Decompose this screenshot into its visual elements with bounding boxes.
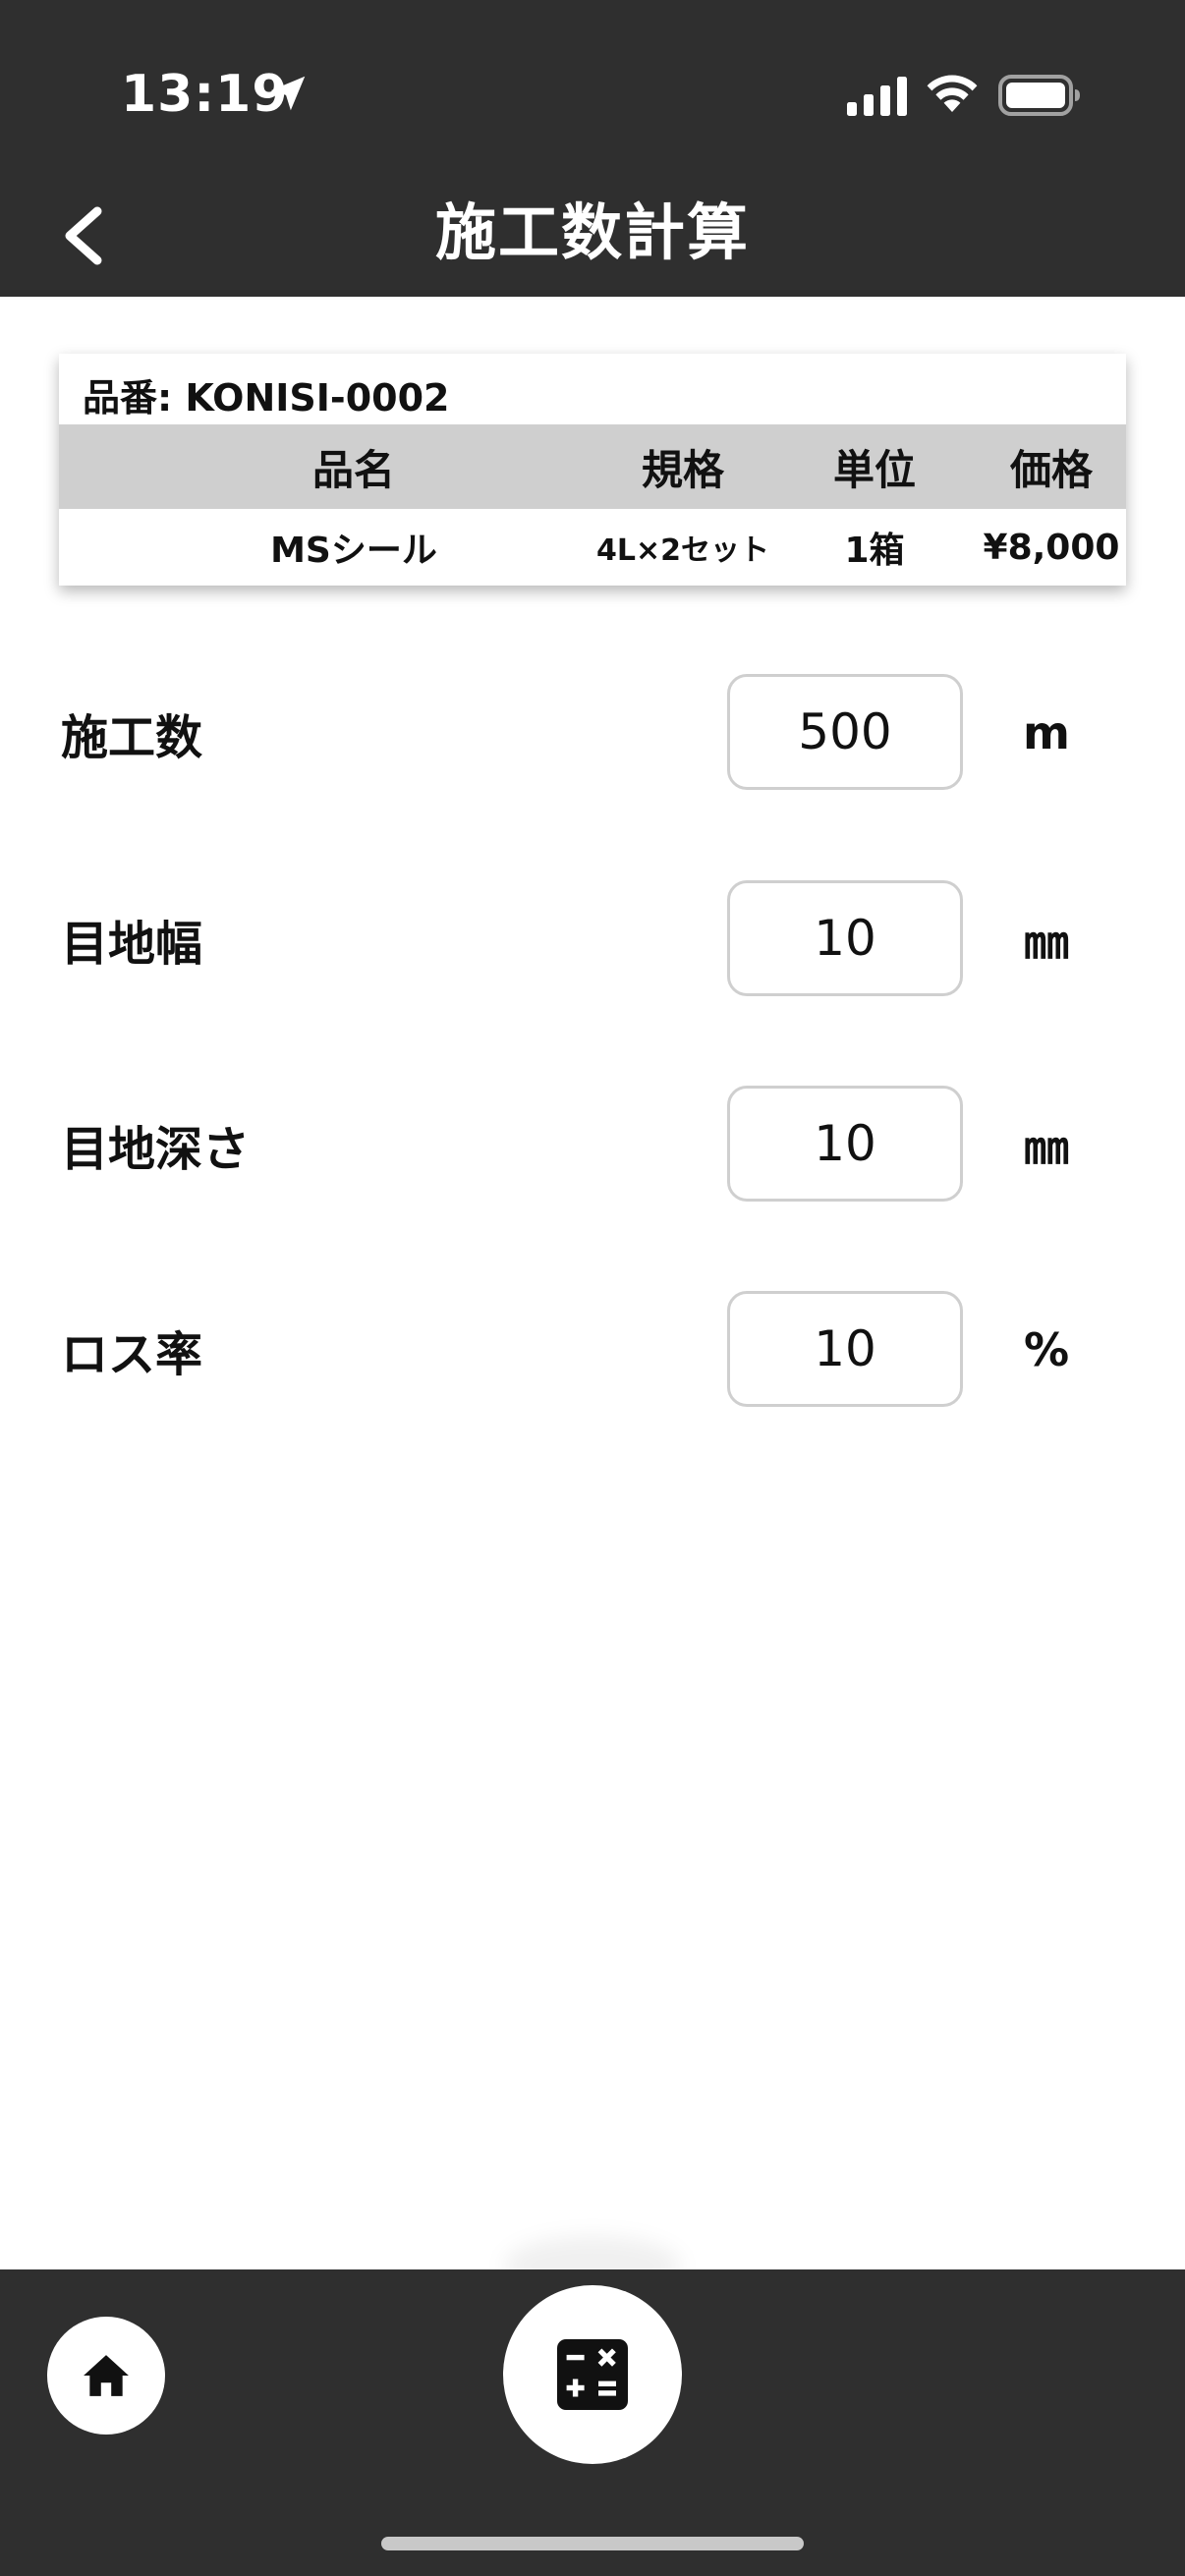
- joint-depth-label: 目地深さ: [61, 1122, 251, 1177]
- home-button[interactable]: [47, 2317, 165, 2435]
- product-code: 品番: KONISI-0002: [83, 376, 450, 420]
- home-icon: [84, 2355, 129, 2396]
- construction-quantity-input[interactable]: [727, 674, 963, 790]
- column-header-name: 品名: [311, 445, 395, 494]
- loss-rate-label: ロス率: [61, 1327, 203, 1382]
- form-row-loss-rate: ロス率 %: [0, 1291, 1185, 1409]
- cell-price: ¥8,000: [983, 527, 1120, 568]
- loss-rate-input[interactable]: [727, 1291, 963, 1407]
- wifi-icon: [927, 75, 978, 112]
- joint-depth-unit: ㎜: [1024, 1121, 1069, 1174]
- form-row-joint-width: 目地幅 ㎜: [0, 880, 1185, 998]
- home-indicator: [381, 2537, 804, 2550]
- form-row-construction-quantity: 施工数 m: [0, 674, 1185, 792]
- joint-depth-input[interactable]: [727, 1086, 963, 1202]
- joint-width-unit: ㎜: [1024, 916, 1069, 969]
- product-table-header: 品名 規格 単位 価格: [59, 424, 1126, 509]
- loss-rate-unit: %: [1023, 1323, 1070, 1376]
- calculator-button[interactable]: [503, 2285, 682, 2464]
- calculator-icon: [557, 2339, 628, 2410]
- cellular-signal-icon: [847, 77, 907, 116]
- product-info-card: 品番: KONISI-0002 品名 規格 単位 価格 MSシール 4L×2セッ…: [59, 354, 1126, 586]
- joint-width-label: 目地幅: [61, 917, 203, 972]
- location-arrow-icon: [270, 76, 306, 111]
- joint-width-input[interactable]: [727, 880, 963, 996]
- page-title: 施工数計算: [434, 196, 750, 268]
- battery-icon: [998, 75, 1080, 116]
- status-time: 13:19: [121, 65, 289, 124]
- table-row: MSシール 4L×2セット 1箱 ¥8,000: [59, 509, 1126, 586]
- cell-product-name: MSシール: [270, 531, 437, 571]
- construction-quantity-unit: m: [1023, 706, 1070, 759]
- column-header-price: 価格: [1009, 445, 1093, 494]
- construction-quantity-label: 施工数: [61, 710, 203, 765]
- top-bar: 13:19 施工数計算: [0, 0, 1185, 297]
- form-row-joint-depth: 目地深さ ㎜: [0, 1086, 1185, 1204]
